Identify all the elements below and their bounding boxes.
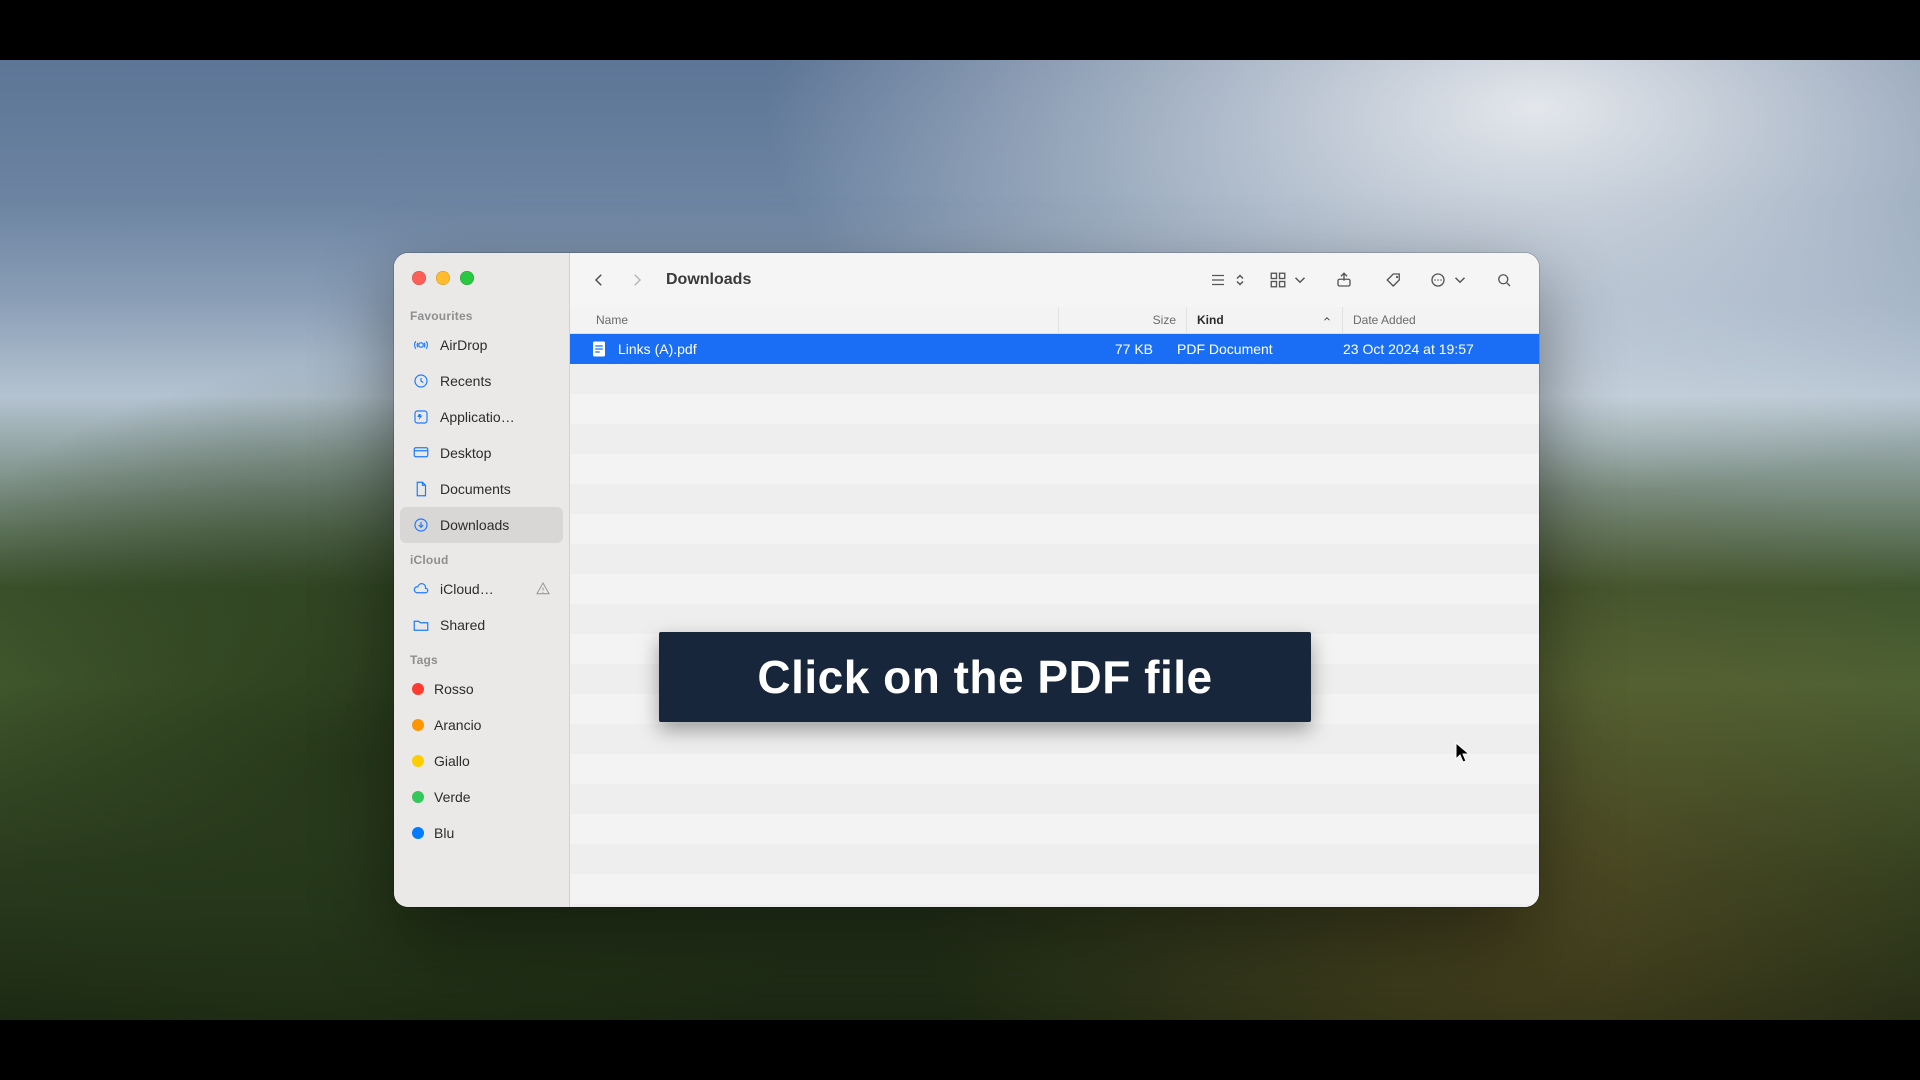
applications-icon — [412, 408, 430, 426]
sidebar-item-applications[interactable]: Applicatio… — [400, 399, 563, 435]
sidebar-item-label: Blu — [434, 825, 454, 841]
sidebar-item-label: Arancio — [434, 717, 481, 733]
row-stripes — [570, 334, 1539, 907]
tag-dot-red — [412, 683, 424, 695]
sidebar-tag-blu[interactable]: Blu — [400, 815, 563, 851]
sidebar-item-label: iCloud… — [440, 581, 494, 597]
sidebar-tag-rosso[interactable]: Rosso — [400, 671, 563, 707]
column-headers: Name Size Kind Date Added — [570, 307, 1539, 334]
sidebar-item-label: Desktop — [440, 445, 491, 461]
file-list-pane: Name Size Kind Date Added — [570, 307, 1539, 907]
sidebar-item-label: Verde — [434, 789, 471, 805]
sidebar-item-label: Applicatio… — [440, 409, 515, 425]
sidebar-tag-verde[interactable]: Verde — [400, 779, 563, 815]
sidebar-item-documents[interactable]: Documents — [400, 471, 563, 507]
finder-window: Favourites AirDrop Recents — [394, 253, 1539, 907]
window-title: Downloads — [666, 271, 751, 289]
sidebar-item-label: Rosso — [434, 681, 474, 697]
sidebar-item-downloads[interactable]: Downloads — [400, 507, 563, 543]
column-header-name[interactable]: Name — [570, 307, 1059, 333]
sidebar-item-shared[interactable]: Shared — [400, 607, 563, 643]
column-label: Size — [1153, 313, 1176, 327]
sidebar-item-icloud-drive[interactable]: iCloud… — [400, 571, 563, 607]
cloud-icon — [412, 580, 430, 598]
finder-sidebar: Favourites AirDrop Recents — [394, 253, 570, 907]
group-by-button[interactable] — [1263, 265, 1315, 295]
column-label: Kind — [1197, 313, 1224, 327]
file-rows[interactable]: Links (A).pdf 77 KB PDF Document 23 Oct … — [570, 334, 1539, 907]
window-controls — [412, 271, 474, 285]
share-button[interactable] — [1323, 265, 1365, 295]
letterbox-top — [0, 0, 1920, 60]
sidebar-section-tags: Tags — [394, 643, 569, 671]
sidebar-item-label: Documents — [440, 481, 511, 497]
sidebar-item-label: Giallo — [434, 753, 470, 769]
mouse-cursor-icon — [1455, 742, 1471, 764]
sidebar-tag-arancio[interactable]: Arancio — [400, 707, 563, 743]
sidebar-item-label: AirDrop — [440, 337, 487, 353]
more-actions-button[interactable] — [1423, 265, 1475, 295]
sidebar-item-label: Recents — [440, 373, 491, 389]
sort-ascending-icon — [1322, 313, 1332, 327]
file-name: Links (A).pdf — [618, 341, 697, 357]
column-header-date-added[interactable]: Date Added — [1343, 307, 1539, 333]
sidebar-item-recents[interactable]: Recents — [400, 363, 563, 399]
pdf-file-icon — [590, 340, 608, 358]
column-label: Name — [596, 313, 628, 327]
sidebar-section-icloud: iCloud — [394, 543, 569, 571]
tag-dot-yellow — [412, 755, 424, 767]
column-label: Date Added — [1353, 313, 1416, 327]
clock-icon — [412, 372, 430, 390]
search-button[interactable] — [1483, 265, 1525, 295]
letterbox-bottom — [0, 1020, 1920, 1080]
column-header-kind[interactable]: Kind — [1187, 307, 1343, 333]
tag-dot-green — [412, 791, 424, 803]
sidebar-section-favourites: Favourites — [394, 299, 569, 327]
sidebar-item-label: Shared — [440, 617, 485, 633]
view-mode-button[interactable] — [1203, 265, 1255, 295]
sidebar-item-airdrop[interactable]: AirDrop — [400, 327, 563, 363]
tag-dot-orange — [412, 719, 424, 731]
sidebar-item-label: Downloads — [440, 517, 509, 533]
close-window-button[interactable] — [412, 271, 426, 285]
sidebar-tag-giallo[interactable]: Giallo — [400, 743, 563, 779]
file-date-added: 23 Oct 2024 at 19:57 — [1333, 341, 1539, 357]
file-row[interactable]: Links (A).pdf 77 KB PDF Document 23 Oct … — [570, 334, 1539, 364]
sidebar-item-desktop[interactable]: Desktop — [400, 435, 563, 471]
instruction-caption: Click on the PDF file — [659, 632, 1311, 722]
back-button[interactable] — [584, 265, 614, 295]
downloads-icon — [412, 516, 430, 534]
file-kind: PDF Document — [1167, 341, 1333, 357]
warning-icon — [535, 581, 551, 597]
desktop-wallpaper: Favourites AirDrop Recents — [0, 60, 1920, 1020]
minimize-window-button[interactable] — [436, 271, 450, 285]
maximize-window-button[interactable] — [460, 271, 474, 285]
forward-button[interactable] — [622, 265, 652, 295]
airdrop-icon — [412, 336, 430, 354]
desktop-icon — [412, 444, 430, 462]
file-size: 77 KB — [1025, 341, 1167, 357]
documents-icon — [412, 480, 430, 498]
column-header-size[interactable]: Size — [1059, 307, 1187, 333]
finder-toolbar: Downloads — [570, 253, 1539, 308]
tags-button[interactable] — [1373, 265, 1415, 295]
shared-folder-icon — [412, 616, 430, 634]
tag-dot-blue — [412, 827, 424, 839]
